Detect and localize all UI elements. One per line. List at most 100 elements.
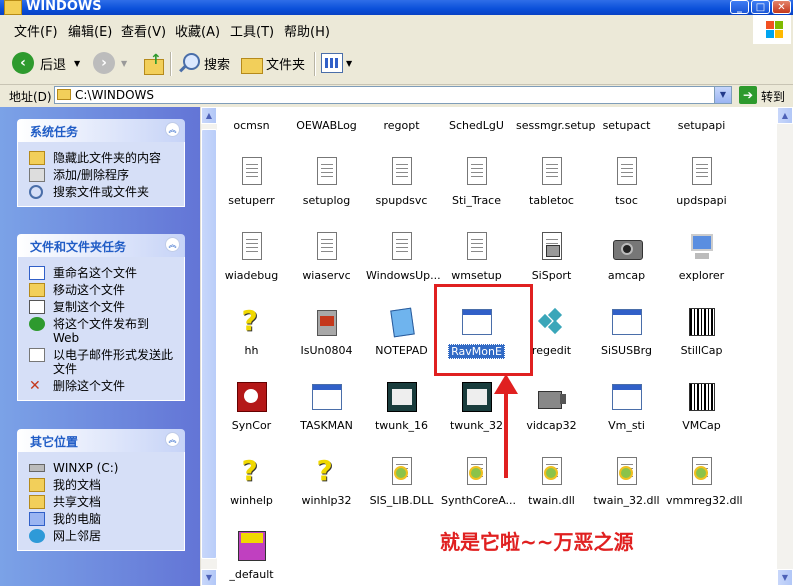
back-dropdown-icon[interactable]: ▼: [74, 59, 80, 68]
place-my-computer[interactable]: 我的电脑: [18, 512, 184, 526]
file-item[interactable]: wiadebug: [214, 231, 289, 282]
file-item[interactable]: vidcap32: [514, 381, 589, 432]
file-item[interactable]: setuperr: [214, 156, 289, 207]
file-item[interactable]: ? winhelp: [214, 454, 289, 507]
maximize-button[interactable]: □: [751, 0, 770, 14]
panel-header[interactable]: 系统任务 ︽: [17, 119, 185, 142]
task-move-file[interactable]: 移动这个文件: [18, 283, 184, 297]
text-document-icon: [386, 231, 418, 263]
file-item[interactable]: twain.dll: [514, 456, 589, 507]
file-name: twunk_32: [449, 419, 504, 432]
menu-edit[interactable]: 编辑(E): [68, 21, 112, 40]
address-dropdown-icon[interactable]: ▼: [714, 87, 731, 103]
scroll-up-icon[interactable]: ▲: [777, 107, 793, 124]
menu-tools[interactable]: 工具(T): [230, 21, 274, 40]
rename-icon: [29, 266, 45, 280]
panel-header[interactable]: 其它位置 ︽: [17, 429, 185, 452]
file-item[interactable]: amcap: [589, 231, 664, 282]
go-arrow-icon[interactable]: ➔: [739, 86, 757, 104]
file-name: SiSUSBrg: [601, 344, 652, 357]
file-item[interactable]: tsoc: [589, 156, 664, 207]
task-rename-file[interactable]: 重命名这个文件: [18, 266, 184, 280]
file-item[interactable]: SynthCoreA...: [439, 456, 516, 507]
file-name: setupact: [602, 119, 651, 132]
menu-favorites[interactable]: 收藏(A): [175, 21, 220, 40]
collapse-chevron-icon[interactable]: ︽: [165, 237, 180, 252]
menu-view[interactable]: 查看(V): [121, 21, 166, 40]
file-item[interactable]: updspapi: [664, 156, 739, 207]
file-item[interactable]: _default: [214, 530, 289, 581]
file-item[interactable]: ocmsn: [214, 113, 289, 132]
minimize-button[interactable]: _: [730, 0, 749, 14]
file-item[interactable]: Vm_sti: [589, 381, 664, 432]
task-email-file[interactable]: 以电子邮件形式发送此文件: [18, 348, 184, 376]
menu-file[interactable]: 文件(F): [14, 21, 58, 40]
collapse-chevron-icon[interactable]: ︽: [165, 432, 180, 447]
file-item[interactable]: OEWABLog: [289, 113, 364, 132]
file-item[interactable]: regopt: [364, 113, 439, 132]
msdos-icon: [236, 530, 268, 562]
file-item[interactable]: Sti_Trace: [439, 156, 514, 207]
collapse-chevron-icon[interactable]: ︽: [165, 122, 180, 137]
menu-bar: 文件(F) 编辑(E) 查看(V) 收藏(A) 工具(T) 帮助(H): [0, 15, 793, 45]
task-hide-folder-contents[interactable]: 隐藏此文件夹的内容: [18, 151, 184, 165]
barcode-icon: [686, 381, 718, 413]
close-button[interactable]: ✕: [772, 0, 791, 14]
sync-app-icon: [236, 381, 268, 413]
file-item[interactable]: tabletoc: [514, 156, 589, 207]
task-publish-web[interactable]: 将这个文件发布到 Web: [18, 317, 184, 345]
views-button[interactable]: ▼: [321, 51, 352, 75]
file-item[interactable]: SiSport: [514, 231, 589, 282]
task-delete-file[interactable]: ✕ 删除这个文件: [18, 379, 184, 393]
file-item[interactable]: explorer: [664, 231, 739, 282]
file-item[interactable]: WindowsUp...: [364, 231, 441, 282]
folders-button[interactable]: 文件夹: [240, 51, 305, 75]
place-shared-documents[interactable]: 共享文档: [18, 495, 184, 509]
menu-help[interactable]: 帮助(H): [284, 21, 330, 40]
file-item[interactable]: TASKMAN: [289, 381, 364, 432]
highlight-box: [434, 284, 533, 376]
forward-dropdown-icon[interactable]: ▼: [121, 59, 127, 68]
file-item[interactable]: setupapi: [664, 113, 739, 132]
back-button[interactable]: ‹ 后退 ▼: [12, 51, 80, 75]
file-item[interactable]: wmsetup: [439, 231, 514, 282]
place-network[interactable]: 网上邻居: [18, 529, 184, 543]
file-item[interactable]: setuplog: [289, 156, 364, 207]
address-input[interactable]: C:\WINDOWS ▼: [54, 86, 732, 104]
place-my-documents[interactable]: 我的文档: [18, 478, 184, 492]
go-button[interactable]: 转到: [761, 88, 785, 105]
panel-title: 系统任务: [30, 125, 79, 139]
task-copy-file[interactable]: 复制这个文件: [18, 300, 184, 314]
file-item[interactable]: NOTEPAD: [364, 306, 439, 357]
file-item[interactable]: VMCap: [664, 381, 739, 432]
file-item[interactable]: SynCor: [214, 381, 289, 432]
address-bar: 地址(D) C:\WINDOWS ▼ ➔ 转到: [0, 85, 793, 107]
content-scrollbar[interactable]: ▲ ▼: [777, 107, 793, 586]
file-item[interactable]: vmmreg32.dll: [664, 456, 743, 507]
up-folder-button[interactable]: ↑: [142, 51, 164, 75]
file-item[interactable]: ? winhlp32: [289, 454, 364, 507]
file-item[interactable]: wiaservc: [289, 231, 364, 282]
views-dropdown-icon[interactable]: ▼: [346, 59, 352, 68]
search-button[interactable]: 搜索: [178, 51, 230, 75]
file-item[interactable]: spupdsvc: [364, 156, 439, 207]
dll-gear-icon: [686, 456, 718, 488]
file-item[interactable]: setupact: [589, 113, 664, 132]
file-item[interactable]: twunk_16: [364, 381, 439, 432]
file-item[interactable]: StillCap: [664, 306, 739, 357]
file-item[interactable]: SIS_LIB.DLL: [364, 456, 439, 507]
place-winxp-drive[interactable]: WINXP (C:): [18, 461, 184, 475]
file-item[interactable]: sessmgr.setup: [514, 113, 595, 132]
forward-button[interactable]: › ▼: [93, 51, 127, 75]
file-item[interactable]: SchedLgU: [439, 113, 514, 132]
file-item[interactable]: SiSUSBrg: [589, 306, 664, 357]
file-name: vidcap32: [526, 419, 577, 432]
file-item[interactable]: IsUn0804: [289, 306, 364, 357]
panel-header[interactable]: 文件和文件夹任务 ︽: [17, 234, 185, 257]
file-item[interactable]: ? hh: [214, 304, 289, 357]
scroll-down-icon[interactable]: ▼: [777, 569, 793, 586]
task-search-files[interactable]: 搜索文件或文件夹: [18, 185, 184, 199]
file-item[interactable]: twain_32.dll: [589, 456, 664, 507]
application-window-icon: [311, 381, 343, 413]
task-add-remove-programs[interactable]: 添加/删除程序: [18, 168, 184, 182]
